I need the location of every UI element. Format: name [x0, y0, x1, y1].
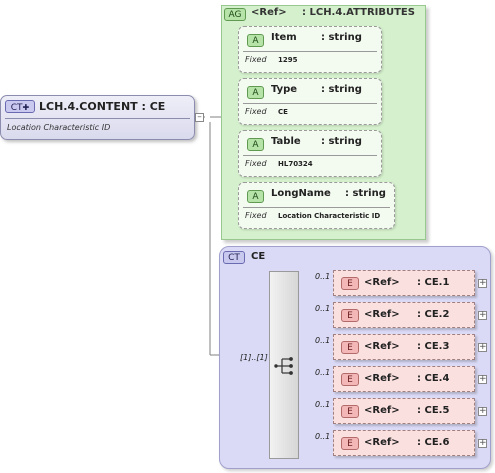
plus-icon: +	[479, 406, 487, 416]
complex-type-badge: CT	[223, 251, 245, 264]
sequence-occurrence: [1]..[1]	[240, 353, 268, 362]
complex-type-badge: CT✚	[5, 100, 35, 113]
element-ref: <Ref>	[364, 405, 400, 416]
fixed-label: Fixed	[245, 55, 267, 64]
divider	[243, 155, 377, 156]
element-badge: E	[341, 309, 359, 322]
divider	[243, 207, 390, 208]
attribute-badge: A	[247, 190, 264, 203]
sequence-compositor[interactable]	[269, 271, 299, 459]
divider	[243, 103, 377, 104]
plus-icon: +	[479, 342, 487, 352]
attribute-name: Item	[271, 32, 297, 43]
element-badge: E	[341, 437, 359, 450]
expand-toggle[interactable]: +	[478, 343, 487, 352]
attribute-badge: A	[247, 138, 264, 151]
element-badge: E	[341, 373, 359, 386]
attribute-badge: A	[247, 34, 264, 47]
element-ref: <Ref>	[364, 373, 400, 384]
attribute-badge: A	[247, 86, 264, 99]
element-occurrence: 0..1	[315, 368, 331, 377]
attribute-longname[interactable]: A LongName : string Fixed Location Chara…	[238, 182, 395, 229]
plus-icon: +	[479, 278, 487, 288]
fixed-value: CE	[278, 108, 288, 116]
attribute-type-label: : string	[321, 136, 362, 147]
fixed-value: Location Characteristic ID	[278, 212, 381, 220]
root-element-title: LCH.4.CONTENT : CE	[39, 100, 166, 113]
element-ce-5[interactable]: E <Ref> : CE.5	[333, 398, 475, 424]
fixed-label: Fixed	[245, 159, 267, 168]
element-occurrence: 0..1	[315, 304, 331, 313]
element-badge: E	[341, 405, 359, 418]
attribute-type: : string	[321, 32, 362, 43]
attribute-name: Type	[271, 84, 298, 95]
attribute-group-name: : LCH.4.ATTRIBUTES	[302, 7, 415, 18]
attribute-name: LongName	[271, 188, 331, 199]
expand-toggle[interactable]: +	[478, 407, 487, 416]
element-ce-1[interactable]: E <Ref> : CE.1	[333, 270, 475, 296]
fixed-label: Fixed	[245, 211, 267, 220]
attribute-type[interactable]: A Type : string Fixed CE	[238, 78, 382, 125]
element-ref: <Ref>	[364, 341, 400, 352]
plus-icon: +	[479, 310, 487, 320]
plus-icon: +	[479, 374, 487, 384]
element-occurrence: 0..1	[315, 272, 331, 281]
element-type: : CE.2	[417, 309, 450, 320]
divider	[243, 51, 377, 52]
element-ref: <Ref>	[364, 277, 400, 288]
element-ce-3[interactable]: E <Ref> : CE.3	[333, 334, 475, 360]
attribute-item[interactable]: A Item : string Fixed 1295	[238, 26, 382, 73]
element-type: : CE.5	[417, 405, 450, 416]
element-type: : CE.3	[417, 341, 450, 352]
complex-type-name: CE	[251, 251, 266, 262]
expand-toggle[interactable]: +	[478, 439, 487, 448]
attribute-group-ref: <Ref>	[251, 7, 287, 18]
element-badge: E	[341, 277, 359, 290]
element-occurrence: 0..1	[315, 432, 331, 441]
collapse-toggle[interactable]: –	[195, 113, 204, 122]
plus-icon: +	[479, 438, 487, 448]
element-occurrence: 0..1	[315, 400, 331, 409]
fixed-value: 1295	[278, 56, 298, 64]
element-ref: <Ref>	[364, 309, 400, 320]
element-type: : CE.6	[417, 437, 450, 448]
expand-toggle[interactable]: +	[478, 375, 487, 384]
fixed-label: Fixed	[245, 107, 267, 116]
element-badge: E	[341, 341, 359, 354]
element-ref: <Ref>	[364, 437, 400, 448]
element-type: : CE.4	[417, 373, 450, 384]
divider	[5, 118, 190, 119]
expand-toggle[interactable]: +	[478, 279, 487, 288]
attribute-table[interactable]: A Table : string Fixed HL70324	[238, 130, 382, 177]
element-type: : CE.1	[417, 277, 450, 288]
minus-icon: –	[197, 112, 202, 122]
root-element-documentation: Location Characteristic ID	[7, 123, 111, 132]
expand-toggle[interactable]: +	[478, 311, 487, 320]
attribute-name: Table	[271, 136, 301, 147]
attribute-type-label: : string	[345, 188, 386, 199]
fixed-value: HL70324	[278, 160, 313, 168]
root-element-box[interactable]: CT✚ LCH.4.CONTENT : CE Location Characte…	[0, 95, 195, 140]
sequence-compositor-icon	[274, 357, 293, 375]
element-ce-4[interactable]: E <Ref> : CE.4	[333, 366, 475, 392]
element-ce-6[interactable]: E <Ref> : CE.6	[333, 430, 475, 456]
attribute-group-badge: AG	[224, 8, 246, 21]
element-ce-2[interactable]: E <Ref> : CE.2	[333, 302, 475, 328]
element-occurrence: 0..1	[315, 336, 331, 345]
attribute-type-label: : string	[321, 84, 362, 95]
